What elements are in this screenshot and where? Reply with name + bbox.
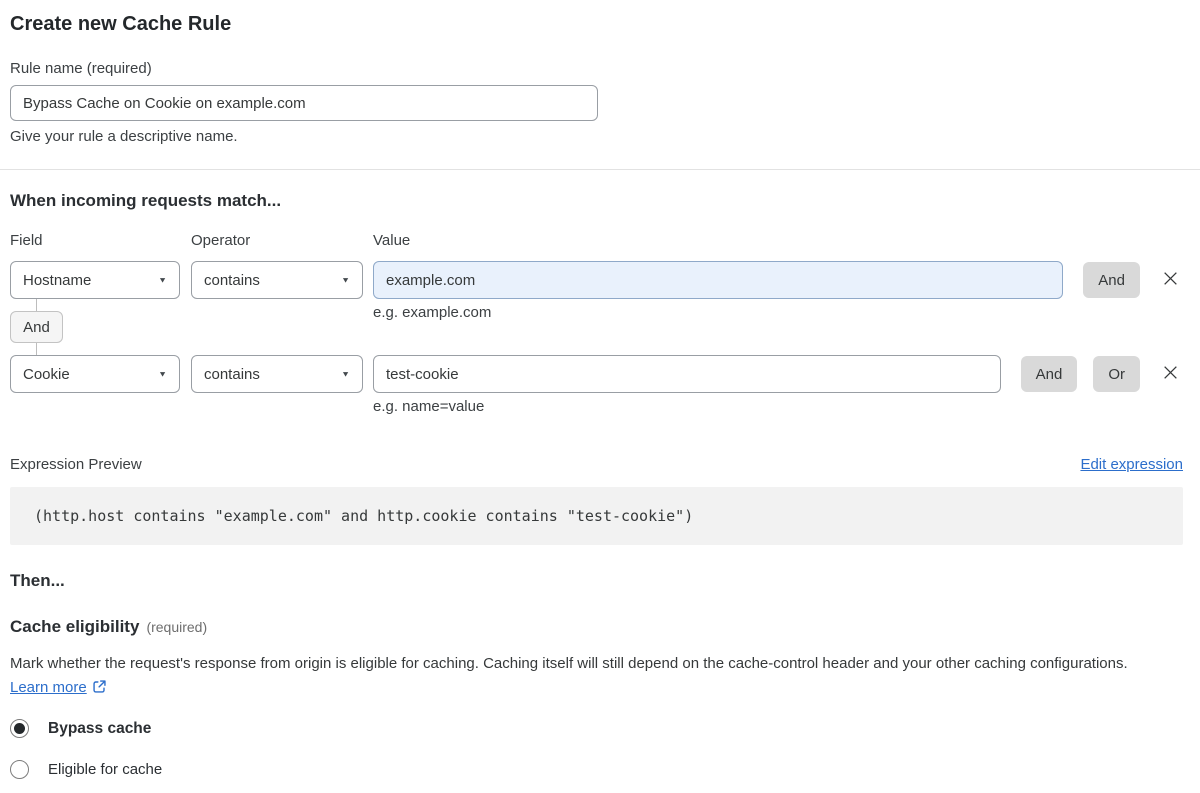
- field-select-row2-value: Cookie: [23, 365, 70, 383]
- add-or-button-row2[interactable]: Or: [1093, 356, 1140, 392]
- operator-select-row1-value: contains: [204, 271, 260, 289]
- remove-row2-button[interactable]: [1160, 355, 1181, 393]
- page-title: Create new Cache Rule: [10, 13, 232, 35]
- value-hint-row2: e.g. name=value: [373, 398, 485, 415]
- cache-eligibility-heading: Cache eligibility: [10, 617, 140, 636]
- connector-and-button[interactable]: And: [10, 311, 63, 343]
- row2-actions: And Or: [1020, 355, 1140, 393]
- operator-select-row1[interactable]: contains ▼: [191, 261, 363, 299]
- chevron-down-icon: ▼: [341, 275, 350, 284]
- radio-label-bypass: Bypass cache: [48, 719, 152, 737]
- radio-unselected-icon[interactable]: [10, 760, 29, 779]
- expression-code-block: (http.host contains "example.com" and ht…: [10, 487, 1183, 545]
- cache-eligibility-heading-row: Cache eligibility (required): [10, 617, 1183, 637]
- create-cache-rule-page: Create new Cache Rule Rule name (require…: [0, 0, 1200, 793]
- cache-eligibility-description: Mark whether the request's response from…: [10, 655, 1128, 698]
- rule-name-input[interactable]: [10, 85, 598, 121]
- connector-zone: And e.g. example.com: [10, 299, 1183, 355]
- chevron-down-icon: ▼: [341, 369, 350, 378]
- value-hint-row1: e.g. example.com: [373, 304, 492, 321]
- edit-expression-link[interactable]: Edit expression: [1080, 456, 1183, 473]
- match-row: Cookie ▼ contains ▼ And Or: [10, 355, 1183, 393]
- chevron-down-icon: ▼: [158, 275, 167, 284]
- chevron-down-icon: ▼: [158, 369, 167, 378]
- required-note: (required): [146, 619, 208, 635]
- match-heading: When incoming requests match...: [10, 191, 282, 210]
- value-input-row2[interactable]: [373, 355, 1001, 393]
- expression-preview-header: Expression Preview Edit expression: [10, 456, 1183, 473]
- value-column-label: Value: [373, 232, 411, 249]
- radio-label-eligible: Eligible for cache: [48, 761, 163, 778]
- operator-select-row2-value: contains: [204, 365, 260, 383]
- field-select-row2[interactable]: Cookie ▼: [10, 355, 180, 393]
- field-select-row1-value: Hostname: [23, 271, 92, 289]
- value-input-row1[interactable]: [373, 261, 1064, 299]
- add-and-button-row1[interactable]: And: [1083, 262, 1140, 298]
- remove-row1-button[interactable]: [1160, 261, 1181, 299]
- field-select-row1[interactable]: Hostname ▼: [10, 261, 180, 299]
- expression-preview-label: Expression Preview: [10, 456, 142, 473]
- field-column-label: Field: [10, 232, 43, 249]
- expression-code: (http.host contains "example.com" and ht…: [34, 507, 694, 525]
- learn-more-link[interactable]: Learn more: [10, 679, 87, 696]
- external-link-icon: [92, 680, 107, 698]
- rule-name-helper: Give your rule a descriptive name.: [10, 128, 238, 145]
- operator-column-label: Operator: [191, 232, 251, 249]
- rule-name-label: Rule name (required): [10, 60, 152, 77]
- radio-selected-icon[interactable]: [10, 719, 29, 738]
- then-heading: Then...: [10, 571, 65, 590]
- operator-select-row2[interactable]: contains ▼: [191, 355, 363, 393]
- row1-actions: And: [1083, 261, 1140, 299]
- match-row: Hostname ▼ contains ▼ And: [10, 261, 1183, 299]
- section-divider: [0, 169, 1200, 170]
- add-and-button-row2[interactable]: And: [1020, 356, 1078, 392]
- radio-option-bypass-cache[interactable]: Bypass cache: [10, 719, 1183, 738]
- radio-option-eligible-for-cache[interactable]: Eligible for cache: [10, 760, 1183, 779]
- close-icon: [1162, 364, 1179, 384]
- close-icon: [1162, 270, 1179, 290]
- matcher-column-headers: Field Operator Value: [10, 233, 1183, 249]
